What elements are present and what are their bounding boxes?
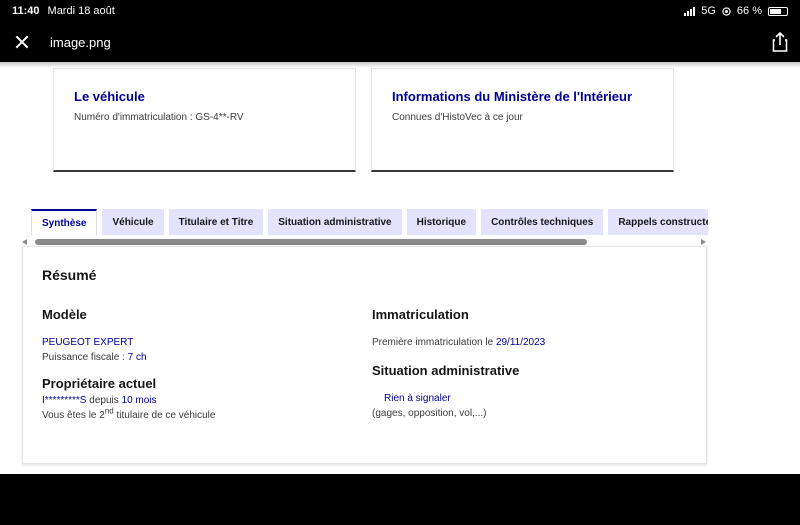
summary-title: Résumé <box>42 267 97 283</box>
summary-left-column: Modèle PEUGEOT EXPERT Puissance fiscale … <box>42 307 362 423</box>
owner-since-label: depuis <box>86 395 122 406</box>
owner-name: I*********S <box>42 395 87 406</box>
battery-fill <box>770 8 781 14</box>
admin-status-title: Situation administrative <box>372 363 520 378</box>
file-name: image.png <box>50 34 111 50</box>
signal-icon <box>684 6 696 16</box>
vehicle-card-title: Le véhicule <box>74 89 145 104</box>
first-registration-label: Première immatriculation le <box>372 337 496 348</box>
battery-icon <box>768 6 788 16</box>
tab-situation-administrative[interactable]: Situation administrative <box>268 209 402 235</box>
battery-label: 66 % <box>736 5 762 17</box>
holder-rank: Vous êtes le 2nd titulaire de ce véhicul… <box>42 406 362 423</box>
page-content: Le véhicule Numéro d'immatriculation : G… <box>0 62 800 474</box>
status-right: 5G 66 % <box>684 5 788 17</box>
model-title: Modèle <box>42 307 87 322</box>
status-bar: 11:40 Mardi 18 août 5G 66 % <box>0 0 800 22</box>
first-registration-date: 29/11/2023 <box>495 337 546 348</box>
scroll-right-arrow-icon[interactable] <box>701 239 706 245</box>
registration-title: Immatriculation <box>372 307 469 322</box>
registration-number: Numéro d'immatriculation : GS-4**-RV <box>74 112 244 123</box>
holder-prefix: Vous êtes le 2 <box>42 410 105 421</box>
scroll-left-arrow-icon[interactable] <box>22 239 27 245</box>
tab-historique[interactable]: Historique <box>406 209 477 235</box>
summary-panel: Résumé Modèle PEUGEOT EXPERT Puissance f… <box>22 246 707 464</box>
location-icon <box>722 6 731 16</box>
owner-since-value: 10 mois <box>121 395 157 406</box>
owner-line: I*********S depuis 10 mois <box>42 393 362 408</box>
holder-sup: nd <box>104 406 114 416</box>
ministry-card-title: Informations du Ministère de l'Intérieur <box>392 89 633 104</box>
tab-controles-techniques[interactable]: Contrôles techniques <box>481 209 604 235</box>
ministry-card[interactable]: Informations du Ministère de l'Intérieur… <box>371 68 674 172</box>
tab-titulaire-et-titre[interactable]: Titulaire et Titre <box>168 209 264 235</box>
share-icon[interactable] <box>772 32 788 52</box>
admin-status: Rien à signaler <box>384 393 451 404</box>
first-registration: Première immatriculation le 29/11/2023 <box>372 335 692 350</box>
model-name: PEUGEOT EXPERT <box>42 337 134 348</box>
fiscal-power: Puissance fiscale : 7 ch <box>42 350 362 365</box>
vehicle-card[interactable]: Le véhicule Numéro d'immatriculation : G… <box>53 68 356 172</box>
admin-status-detail: (gages, opposition, vol,...) <box>372 408 487 419</box>
status-date: Mardi 18 août <box>47 5 115 17</box>
scroll-track[interactable] <box>30 238 698 246</box>
holder-suffix: titulaire de ce véhicule <box>113 410 216 421</box>
ministry-card-text: Connues d'HistoVec à ce jour <box>392 112 523 123</box>
viewer-toolbar: image.png <box>0 22 800 62</box>
status-time: 11:40 <box>12 5 40 17</box>
bottom-letterbox <box>0 474 800 525</box>
close-icon[interactable] <box>12 32 32 52</box>
owner-title: Propriétaire actuel <box>42 376 157 391</box>
tab-bar: Synthèse Véhicule Titulaire et Titre Sit… <box>31 209 708 235</box>
tab-rappels-constructeur[interactable]: Rappels constructeur <box>608 209 708 235</box>
tab-synthese[interactable]: Synthèse <box>31 209 98 235</box>
network-label: 5G <box>701 5 716 17</box>
scroll-thumb[interactable] <box>35 239 587 245</box>
tab-vehicule[interactable]: Véhicule <box>102 209 164 235</box>
fiscal-power-value: 7 ch <box>127 352 147 363</box>
tabs-scrollbar[interactable] <box>22 238 706 246</box>
fiscal-power-label: Puissance fiscale : <box>42 352 128 363</box>
summary-right-column: Immatriculation Première immatriculation… <box>372 307 692 421</box>
